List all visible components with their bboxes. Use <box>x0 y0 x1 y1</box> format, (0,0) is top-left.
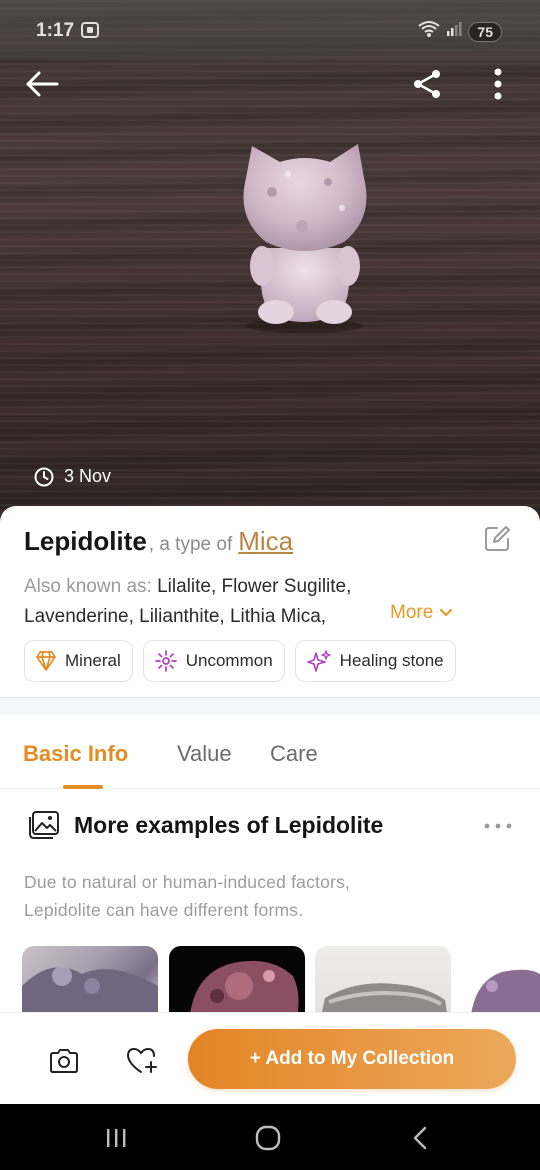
lepidolite-figurine-image <box>243 144 367 333</box>
type-link-mica[interactable]: Mica <box>238 526 293 557</box>
more-options-button[interactable] <box>476 62 520 106</box>
heart-plus-icon <box>126 1047 157 1073</box>
examples-description: Due to natural or human-induced factors,… <box>24 868 444 924</box>
image-gallery-icon <box>29 811 59 839</box>
example-thumbnail[interactable] <box>462 946 540 1012</box>
tab-basic-info[interactable]: Basic Info <box>23 741 128 767</box>
share-button[interactable] <box>406 62 450 106</box>
type-prefix: , a type of <box>148 534 233 555</box>
tab-care[interactable]: Care <box>270 741 318 767</box>
example-thumbnail-image <box>22 966 158 1012</box>
system-back-icon <box>413 1126 427 1150</box>
aka-values-line1: Lilalite, Flower Sugilite, <box>151 576 352 597</box>
tag-label: Uncommon <box>185 651 273 670</box>
tag-uncommon[interactable]: Uncommon <box>142 640 285 682</box>
examples-header: More examples of Lepidolite <box>28 810 383 840</box>
examples-more-button[interactable] <box>482 814 514 838</box>
sparkle-burst-icon <box>154 650 177 672</box>
more-vertical-icon <box>494 68 502 100</box>
bottom-action-bar: + Add to My Collection <box>0 1012 540 1104</box>
section-divider <box>0 697 540 715</box>
clock-icon <box>34 467 54 486</box>
example-thumbnail[interactable] <box>169 946 305 1012</box>
share-icon <box>414 70 440 98</box>
recent-apps-button[interactable] <box>96 1118 136 1158</box>
title-row: Lepidolite , a type of Mica <box>24 526 293 557</box>
status-bar: 1:17 75 <box>0 0 540 60</box>
edit-button[interactable] <box>480 522 514 556</box>
camera-button[interactable] <box>44 1043 84 1079</box>
also-known-as: Also known as: Lilalite, Flower Sugilite… <box>24 572 384 632</box>
wifi-icon <box>418 20 441 43</box>
example-thumbnails <box>22 946 540 1012</box>
recent-apps-icon <box>107 1129 126 1147</box>
back-arrow-icon <box>26 71 59 97</box>
camera-icon <box>50 1049 78 1073</box>
system-back-button[interactable] <box>400 1118 440 1158</box>
example-thumbnail[interactable] <box>22 946 158 1012</box>
home-icon <box>255 1125 281 1151</box>
sparkles-icon <box>306 650 331 672</box>
info-tabs: Basic Info Value Care <box>0 715 540 789</box>
species-name: Lepidolite <box>24 526 147 556</box>
system-nav-bar <box>0 1104 540 1170</box>
more-horizontal-icon <box>484 823 512 829</box>
info-sheet: Lepidolite , a type of Mica Also known a… <box>0 506 540 1026</box>
battery-icon: 75 <box>468 21 502 42</box>
more-aliases-button[interactable]: More <box>390 602 453 624</box>
edit-icon <box>485 526 510 551</box>
status-icons: 75 <box>418 20 502 43</box>
crystal-icon <box>36 651 56 671</box>
section-title: More examples of Lepidolite <box>74 811 384 838</box>
tag-label: Healing stone <box>339 651 444 670</box>
tab-value[interactable]: Value <box>177 741 232 767</box>
desc-line2: Lepidolite can have different forms. <box>24 900 304 920</box>
back-button[interactable] <box>20 62 64 106</box>
status-time: 1:17 <box>36 20 75 41</box>
favorite-button[interactable] <box>122 1043 162 1079</box>
signal-icon <box>446 21 462 42</box>
specimen-photo[interactable]: 1:17 75 3 Nov <box>0 0 540 530</box>
tag-list: Mineral Uncommon Healing stone <box>24 640 456 682</box>
desc-line1: Due to natural or human-induced factors, <box>24 872 351 892</box>
example-thumbnail-image <box>471 969 540 1012</box>
tag-healing-stone[interactable]: Healing stone <box>294 640 456 682</box>
photo-date: 3 Nov <box>34 466 111 487</box>
example-thumbnail-image <box>322 983 447 1012</box>
example-thumbnail[interactable] <box>315 946 451 1012</box>
chevron-down-icon <box>440 608 453 617</box>
tag-mineral[interactable]: Mineral <box>24 640 133 682</box>
aka-values-line2: Lavenderine, Lilianthite, Lithia Mica, <box>24 606 327 627</box>
screen-record-icon <box>80 20 100 40</box>
home-button[interactable] <box>248 1118 288 1158</box>
tag-label: Mineral <box>65 651 121 670</box>
aka-label: Also known as: <box>24 576 152 597</box>
add-to-collection-button[interactable]: + Add to My Collection <box>188 1029 516 1089</box>
example-thumbnail-image <box>190 960 299 1012</box>
photo-date-text: 3 Nov <box>64 466 112 486</box>
active-tab-indicator <box>63 785 103 789</box>
more-label: More <box>390 602 434 623</box>
